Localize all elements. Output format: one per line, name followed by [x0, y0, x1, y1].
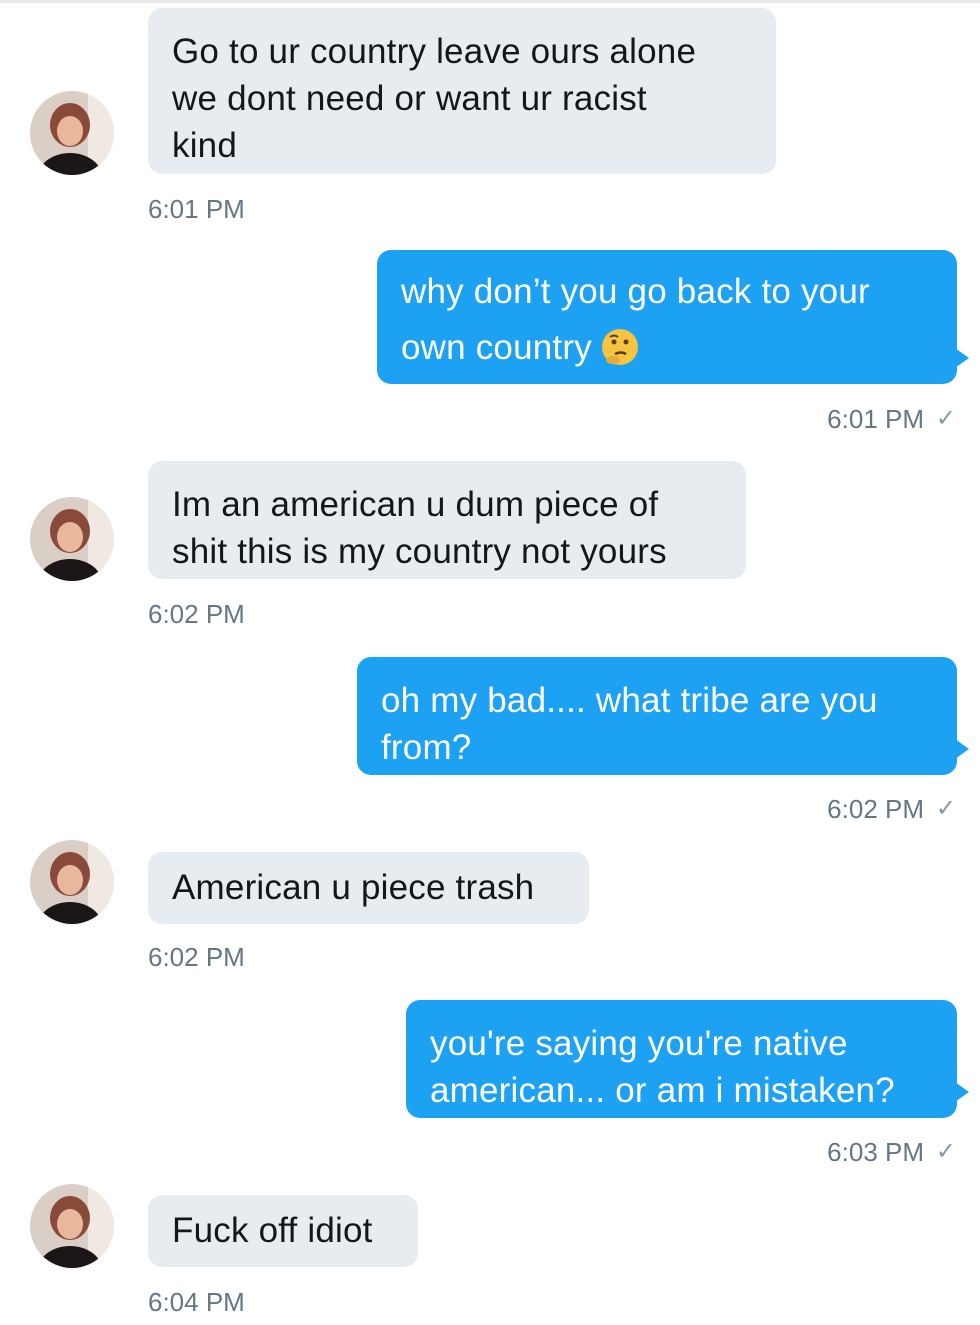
top-divider [0, 0, 980, 3]
message-bubble-incoming[interactable]: American u piece trash [148, 852, 589, 924]
message-text-line: kind [172, 126, 238, 165]
message-text-line: american... or am i mistaken? [430, 1071, 895, 1110]
message-text-line: we dont need or want ur racist [172, 79, 647, 118]
message-bubble-incoming[interactable]: Go to ur country leave ours alone we don… [148, 8, 776, 174]
message-timestamp: 6:02 PM [827, 794, 924, 824]
message-text-line: oh my bad.... what tribe are you [381, 681, 878, 720]
avatar-photo [30, 497, 114, 581]
sender-avatar[interactable] [30, 91, 114, 175]
message-timestamp: 6:04 PM [148, 1287, 245, 1317]
message-bubble-incoming[interactable]: Fuck off idiot [148, 1195, 418, 1267]
sender-avatar[interactable] [30, 497, 114, 581]
message-bubble-outgoing[interactable]: you're saying you're native american... … [406, 1000, 969, 1118]
message-text-line: Im an american u dum piece of [172, 485, 659, 524]
sent-check-icon: ✓ [935, 405, 956, 432]
sent-check-icon: ✓ [935, 795, 956, 822]
avatar-photo [30, 840, 114, 924]
message-text-line: American u piece trash [172, 868, 535, 907]
message-bubble-incoming[interactable]: Im an american u dum piece of shit this … [148, 461, 746, 579]
message-timestamp: 6:01 PM [827, 404, 924, 434]
message-timestamp: 6:02 PM [148, 942, 245, 972]
bubble-tail [955, 739, 969, 759]
message-text-line: you're saying you're native [430, 1024, 848, 1063]
avatar-photo [30, 1184, 114, 1268]
message-timestamp: 6:01 PM [148, 194, 245, 224]
message-text-line: why don’t you go back to your [401, 272, 870, 311]
message-text-line: own country [401, 328, 592, 367]
bubble-tail [955, 1082, 969, 1102]
message-timestamp: 6:02 PM [148, 599, 245, 629]
sent-check-icon: ✓ [935, 1138, 956, 1165]
message-bubble-outgoing[interactable]: why don’t you go back to your own countr… [377, 250, 969, 384]
message-text-line: Go to ur country leave ours alone [172, 32, 697, 71]
message-bubble-outgoing[interactable]: oh my bad.... what tribe are you from? [357, 657, 969, 775]
message-text-line: from? [381, 728, 472, 767]
thinking-face-icon [600, 327, 640, 384]
avatar-photo [30, 91, 114, 175]
message-text-line: Fuck off idiot [172, 1211, 373, 1250]
bubble-tail [955, 348, 969, 368]
sender-avatar[interactable] [30, 840, 114, 924]
message-text-line: shit this is my country not yours [172, 532, 667, 571]
sender-avatar[interactable] [30, 1184, 114, 1268]
message-timestamp: 6:03 PM [827, 1137, 924, 1167]
